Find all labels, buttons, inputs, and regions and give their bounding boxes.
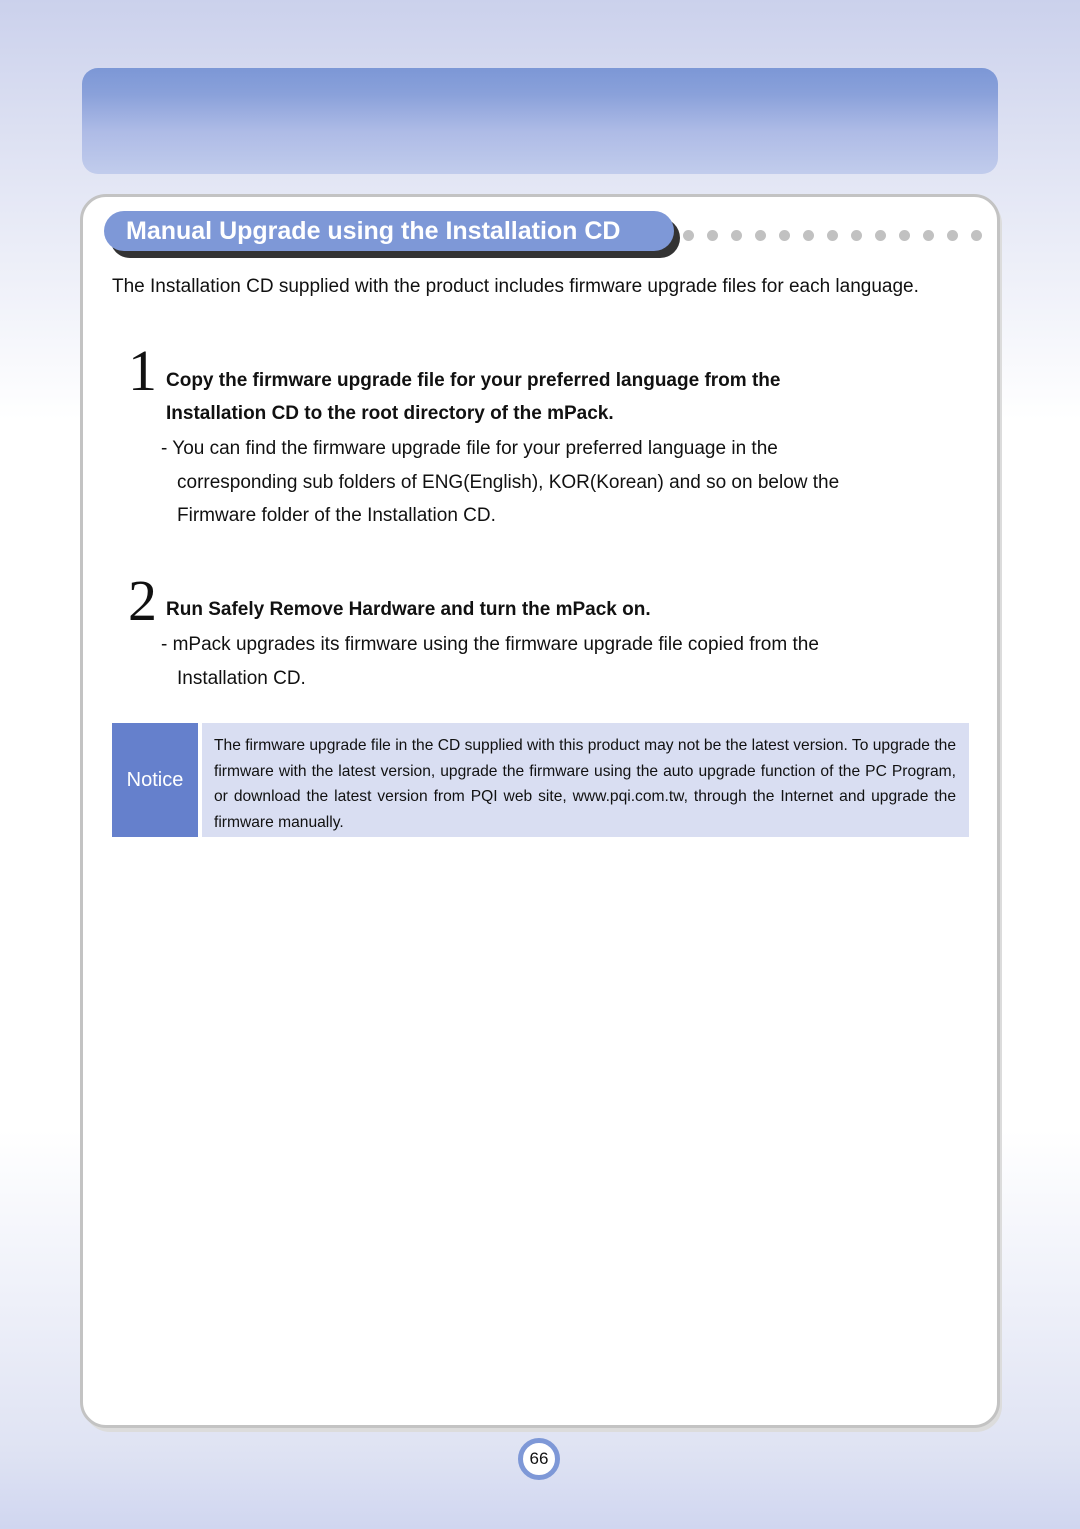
page-number: 66 [518, 1438, 560, 1480]
step-desc-line: corresponding sub folders of ENG(English… [177, 471, 840, 493]
section-title: Manual Upgrade using the Installation CD [104, 211, 674, 251]
notice-text: The firmware upgrade file in the CD supp… [202, 723, 969, 837]
section-title-wrap: Manual Upgrade using the Installation CD [104, 211, 680, 258]
step-description: - mPack upgrades its firmware using the … [161, 628, 819, 695]
step-desc-line: Installation CD. [177, 667, 306, 689]
dot-icon [971, 230, 982, 241]
step-number: 1 [128, 338, 157, 403]
dot-icon [683, 230, 694, 241]
dot-icon [851, 230, 862, 241]
dot-icon [875, 230, 886, 241]
step-desc-line: - mPack upgrades its firmware using the … [161, 634, 819, 655]
dot-icon [947, 230, 958, 241]
step-desc-line: Firmware folder of the Installation CD. [177, 505, 496, 526]
header-banner [82, 68, 998, 174]
intro-paragraph: The Installation CD supplied with the pr… [112, 276, 919, 297]
step-title-line: Copy the firmware upgrade file for your … [166, 370, 781, 391]
dot-icon [779, 230, 790, 241]
dot-icon [755, 230, 766, 241]
step-title: Run Safely Remove Hardware and turn the … [166, 593, 651, 626]
step-number: 2 [128, 568, 157, 633]
dot-icon [923, 230, 934, 241]
decorative-dots [683, 230, 982, 241]
dot-icon [707, 230, 718, 241]
dot-icon [731, 230, 742, 241]
dot-icon [827, 230, 838, 241]
dot-icon [803, 230, 814, 241]
step-title-line: Installation CD to the root directory of… [166, 403, 614, 424]
dot-icon [899, 230, 910, 241]
notice-label: Notice [112, 723, 198, 837]
step-description: - You can find the firmware upgrade file… [161, 432, 839, 533]
step-desc-line: - You can find the firmware upgrade file… [161, 438, 778, 459]
step-title: Copy the firmware upgrade file for your … [166, 364, 780, 430]
step-title-line: Run Safely Remove Hardware and turn the … [166, 599, 651, 620]
